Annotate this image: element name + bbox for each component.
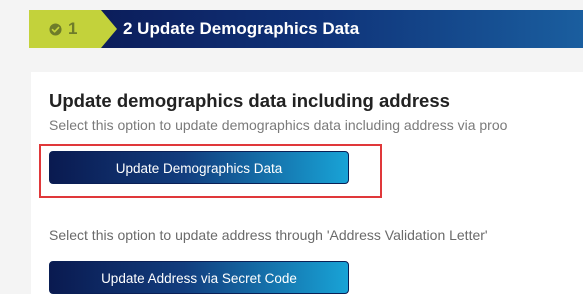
update-address-secret-code-button[interactable]: Update Address via Secret Code <box>49 261 349 294</box>
step-header: 1 2 Update Demographics Data <box>29 10 583 48</box>
step-badge: 1 <box>29 10 117 48</box>
step-number: 1 <box>68 19 78 38</box>
step-title: 2 Update Demographics Data <box>123 19 360 38</box>
step-title-bar: 2 Update Demographics Data <box>95 10 583 48</box>
page: 1 2 Update Demographics Data Update demo… <box>0 0 583 294</box>
section-heading: Update demographics data including addre… <box>49 90 450 111</box>
options-panel: Update demographics data including addre… <box>31 72 583 294</box>
secondary-option-description: Select this option to update address thr… <box>49 227 488 243</box>
primary-option-description: Select this option to update demographic… <box>49 117 508 133</box>
check-circle-icon <box>49 23 62 36</box>
update-demographics-button[interactable]: Update Demographics Data <box>49 151 349 184</box>
